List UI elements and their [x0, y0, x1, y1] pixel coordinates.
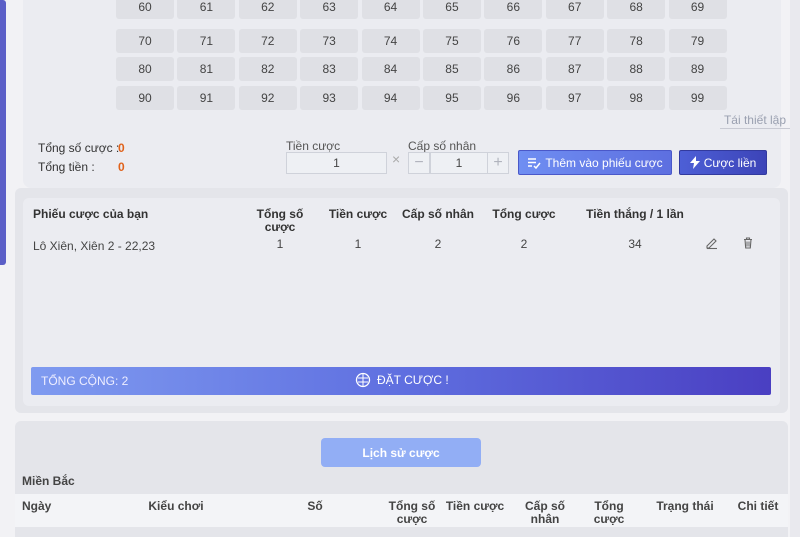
multiplier-label: Cấp số nhân — [408, 139, 477, 153]
number-cell[interactable]: 70 — [116, 28, 174, 53]
number-cell[interactable]: 92 — [238, 85, 297, 110]
number-cell[interactable]: 91 — [177, 85, 236, 110]
number-cell[interactable]: 88 — [607, 57, 666, 81]
history-header-total-bets: Tổng số cược — [388, 499, 436, 526]
number-cell[interactable]: 65 — [422, 0, 481, 19]
number-cell[interactable]: 89 — [668, 57, 727, 81]
number-cell[interactable]: 94 — [361, 85, 420, 110]
slip-row-total-stake: 2 — [520, 237, 528, 251]
history-table-header: Ngày Kiểu chơi Số Tổng số cược Tiền cược… — [15, 494, 788, 527]
number-cell[interactable]: 86 — [484, 57, 543, 81]
bet-history-panel: Lịch sử cược Miền Bắc Ngày Kiểu chơi Số … — [15, 421, 788, 537]
history-header-stake: Tiền cược — [445, 499, 505, 513]
number-cell[interactable]: 98 — [607, 85, 666, 110]
stake-input[interactable]: 1 — [286, 152, 387, 174]
multiplier-decrement-button[interactable]: − — [408, 152, 430, 174]
total-bets-label: Tổng số cược : — [38, 141, 120, 155]
total-money-label: Tổng tiền : — [38, 160, 95, 174]
number-cell[interactable]: 71 — [177, 28, 236, 53]
number-cell[interactable]: 82 — [238, 57, 297, 81]
stake-header: Tiền cược — [328, 207, 388, 221]
history-header-number: Số — [307, 499, 323, 513]
history-header-date: Ngày — [22, 499, 52, 513]
number-grid: 60 61 62 63 64 65 66 67 68 69 70 71 72 73 74 75 76 77 78 79… — [116, 0, 730, 114]
slip-row-multiplier: 2 — [434, 237, 442, 251]
number-cell[interactable]: 77 — [545, 28, 604, 53]
number-cell[interactable]: 76 — [484, 28, 543, 53]
number-cell[interactable]: 81 — [177, 57, 236, 81]
number-cell[interactable]: 66 — [484, 0, 543, 19]
number-cell[interactable]: 87 — [545, 57, 604, 81]
history-header-total-stake: Tổng cược — [593, 499, 625, 526]
number-cell[interactable]: 61 — [177, 0, 236, 19]
bet-slip-panel: Phiếu cược của bạn Tổng số cược Tiền cượ… — [15, 188, 788, 413]
number-cell[interactable]: 73 — [300, 28, 359, 53]
win-header: Tiền thắng / 1 lần — [586, 207, 684, 221]
page-scroll-edge — [790, 0, 800, 537]
slip-row-name: Lô Xiên, Xiên 2 - 22,23 — [33, 239, 156, 253]
list-check-icon — [528, 157, 541, 169]
history-header-multiplier: Cấp số nhân — [524, 499, 565, 526]
place-bet-label: ĐẶT CƯỢC ! — [377, 373, 449, 387]
number-cell[interactable]: 60 — [116, 0, 174, 19]
slip-row-total-bets: 1 — [276, 237, 284, 251]
add-to-slip-label: Thêm vào phiếu cược — [545, 155, 663, 170]
fast-bet-button[interactable]: Cược liền — [679, 150, 767, 175]
number-cell[interactable]: 84 — [361, 57, 420, 81]
place-bet-button[interactable]: ĐẶT CƯỢC ! — [355, 372, 449, 388]
left-accent-bar — [0, 0, 6, 265]
number-cell[interactable]: 63 — [300, 0, 359, 19]
number-cell[interactable]: 83 — [300, 57, 359, 81]
bet-chip-icon — [355, 372, 371, 388]
history-header-status: Trạng thái — [656, 499, 714, 513]
history-header-type: Kiểu chơi — [148, 499, 204, 513]
edit-icon[interactable] — [705, 236, 719, 250]
number-cell[interactable]: 68 — [607, 0, 666, 19]
slip-row-stake: 1 — [354, 237, 362, 251]
number-cell[interactable]: 93 — [300, 85, 359, 110]
number-cell[interactable]: 90 — [116, 85, 174, 110]
history-header-details: Chi tiết — [737, 499, 779, 513]
number-cell[interactable]: 69 — [668, 0, 727, 19]
number-cell[interactable]: 80 — [116, 57, 174, 81]
total-bets-header: Tổng số cược — [256, 207, 304, 234]
stake-label: Tiền cược — [286, 139, 341, 153]
bet-slip-table: Phiếu cược của bạn Tổng số cược Tiền cượ… — [23, 198, 780, 406]
lightning-icon — [689, 156, 700, 169]
total-label: TỔNG CỘNG: 2 — [41, 374, 129, 388]
fast-bet-label: Cược liền — [703, 155, 757, 170]
region-label: Miền Bắc — [22, 474, 75, 488]
number-cell[interactable]: 62 — [238, 0, 297, 19]
number-cell[interactable]: 79 — [668, 28, 727, 53]
number-cell[interactable]: 96 — [484, 85, 543, 110]
times-icon: × — [392, 151, 401, 167]
number-cell[interactable]: 67 — [545, 0, 604, 19]
total-bar: TỔNG CỘNG: 2 ĐẶT CƯỢC ! — [31, 367, 771, 395]
number-cell[interactable]: 78 — [607, 28, 666, 53]
delete-icon[interactable] — [741, 236, 755, 250]
total-stake-header: Tổng cược — [492, 207, 556, 221]
number-cell[interactable]: 85 — [422, 57, 481, 81]
number-cell[interactable]: 75 — [422, 28, 481, 53]
number-picker-panel: 60 61 62 63 64 65 66 67 68 69 70 71 72 73 74 75 76 77 78 79… — [23, 0, 790, 188]
slip-row-win: 34 — [628, 237, 642, 251]
add-to-slip-button[interactable]: Thêm vào phiếu cược — [518, 150, 672, 175]
number-cell[interactable]: 99 — [668, 85, 727, 110]
number-cell[interactable]: 74 — [361, 28, 420, 53]
multiplier-input[interactable]: 1 — [430, 152, 488, 174]
reset-button[interactable]: Tái thiết lập — [720, 113, 790, 129]
number-cell[interactable]: 72 — [238, 28, 297, 53]
bet-history-button[interactable]: Lịch sử cược — [321, 438, 481, 467]
multiplier-increment-button[interactable]: + — [487, 152, 509, 174]
total-money-value: 0 — [118, 160, 125, 174]
total-bets-value: 0 — [118, 141, 125, 155]
number-cell[interactable]: 95 — [422, 85, 481, 110]
number-cell[interactable]: 97 — [545, 85, 604, 110]
multiplier-header: Cấp số nhân — [401, 207, 474, 221]
slip-header: Phiếu cược của bạn — [33, 207, 149, 221]
number-cell[interactable]: 64 — [361, 0, 420, 19]
